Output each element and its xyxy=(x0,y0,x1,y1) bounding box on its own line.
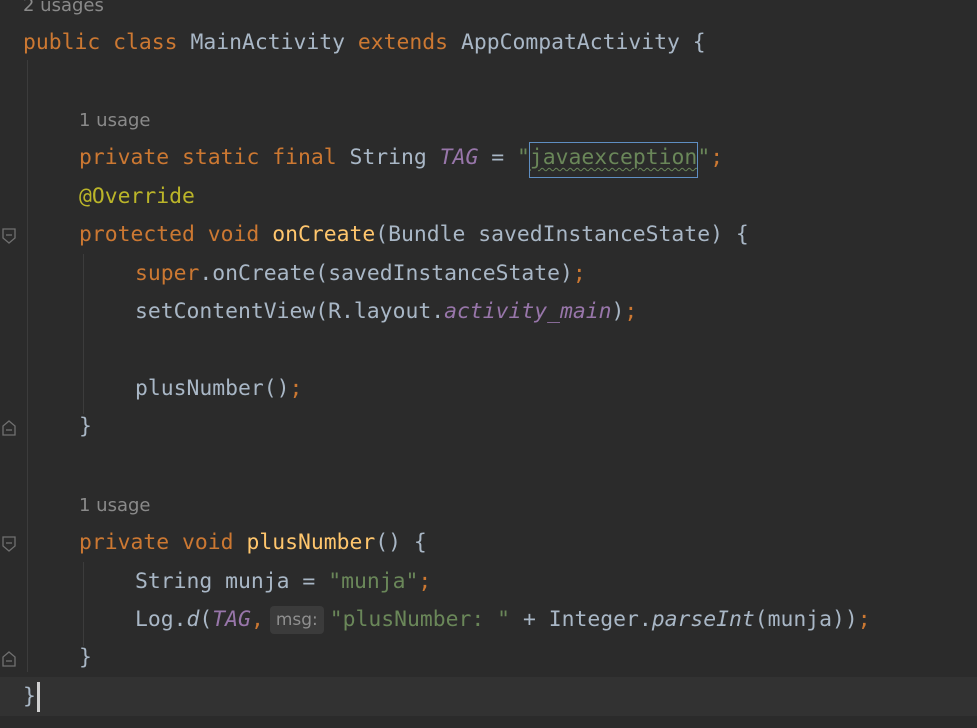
fold-open-icon[interactable] xyxy=(1,535,17,553)
log-prefix: Log. xyxy=(135,607,187,632)
semicolon: ; xyxy=(710,145,724,170)
layout-field: activity_main xyxy=(444,299,612,324)
code-line-class-close-brace[interactable]: } xyxy=(23,682,40,712)
method-params: (Bundle savedInstanceState) { xyxy=(375,222,749,247)
semicolon: ; xyxy=(572,261,586,286)
string-value-highlighted[interactable]: javaexception xyxy=(528,142,699,178)
parent-class: AppCompatActivity xyxy=(460,30,680,55)
code-line-tag-declaration[interactable]: private static final String TAG = "javae… xyxy=(79,142,724,178)
keyword-void: void xyxy=(182,530,234,555)
semicolon: ; xyxy=(418,569,432,594)
code-line-munja-declaration[interactable]: String munja = "munja"; xyxy=(135,567,431,597)
semicolon: ; xyxy=(857,607,871,632)
constant-tag: TAG xyxy=(212,607,251,632)
comma: , xyxy=(250,607,264,632)
keyword-extends: extends xyxy=(357,30,449,55)
keyword-void: void xyxy=(207,222,260,247)
paren-close: ) xyxy=(611,299,625,324)
code-line-oncreate-declaration[interactable]: protected void onCreate(Bundle savedInst… xyxy=(79,220,749,250)
type-string: String xyxy=(349,145,427,170)
brace: } xyxy=(23,684,36,709)
parse-int-method: parseInt xyxy=(651,607,755,632)
fold-close-icon[interactable] xyxy=(1,419,17,437)
log-method: d xyxy=(186,607,200,632)
parameter-hint-msg: msg: xyxy=(269,606,324,634)
keyword-protected: protected xyxy=(79,222,195,247)
brace: { xyxy=(692,30,706,55)
method-name-oncreate: onCreate xyxy=(272,222,376,247)
keyword-private: private xyxy=(79,145,170,170)
indent-guide xyxy=(83,254,84,414)
quote-close: " xyxy=(697,145,711,170)
usage-hint-plus-number[interactable]: 1 usage xyxy=(79,494,151,518)
brace: } xyxy=(79,645,92,670)
indent-guide xyxy=(83,562,84,646)
keyword-static: static xyxy=(182,145,260,170)
usage-hint-class[interactable]: 2 usages xyxy=(23,0,104,18)
code-line-class-declaration[interactable]: public class MainActivity extends AppCom… xyxy=(23,28,706,58)
fold-close-icon[interactable] xyxy=(1,650,17,668)
semicolon: ; xyxy=(289,376,303,401)
code-line-plus-number-call[interactable]: plusNumber(); xyxy=(135,374,302,404)
super-call-rest: .onCreate(savedInstanceState) xyxy=(199,261,573,286)
class-name: MainActivity xyxy=(190,30,346,55)
equals: = xyxy=(491,145,505,170)
brace: } xyxy=(79,414,92,439)
code-line-set-content-view[interactable]: setContentView(R.layout.activity_main); xyxy=(135,297,637,327)
indent-guide xyxy=(27,60,28,672)
munja-lhs: String munja = xyxy=(135,569,329,594)
log-concat: + Integer. xyxy=(510,607,652,632)
method-params: () { xyxy=(375,530,427,555)
fold-open-icon[interactable] xyxy=(1,227,17,245)
semicolon: ; xyxy=(624,299,638,324)
log-tail: (munja)) xyxy=(754,607,858,632)
usage-hint-tag[interactable]: 1 usage xyxy=(79,109,151,133)
constant-tag: TAG xyxy=(439,145,479,170)
keyword-private: private xyxy=(79,530,170,555)
keyword-public: public xyxy=(23,30,101,55)
paren-open: ( xyxy=(199,607,213,632)
log-string: "plusNumber: " xyxy=(329,607,511,632)
set-content-call: setContentView(R.layout. xyxy=(135,299,445,324)
code-editor[interactable]: 2 usages 1 usage 1 usage public class Ma… xyxy=(0,0,977,728)
code-line-override[interactable]: @Override xyxy=(79,182,195,212)
keyword-super: super xyxy=(135,261,200,286)
keyword-final: final xyxy=(272,145,337,170)
annotation-override: @Override xyxy=(79,184,195,209)
code-line-log-call[interactable]: Log.d(TAG, msg: "plusNumber: " + Integer.p… xyxy=(135,605,871,635)
munja-string: "munja" xyxy=(328,569,419,594)
current-line-highlight xyxy=(0,677,977,716)
plus-number-call: plusNumber() xyxy=(135,376,290,401)
method-name-plus-number: plusNumber xyxy=(246,530,376,555)
keyword-class: class xyxy=(113,30,178,55)
code-line-close-brace[interactable]: } xyxy=(79,643,92,673)
code-line-plus-number-declaration[interactable]: private void plusNumber() { xyxy=(79,528,427,558)
quote-open: " xyxy=(517,145,530,170)
code-line-super-call[interactable]: super.onCreate(savedInstanceState); xyxy=(135,259,586,289)
text-caret xyxy=(36,682,40,712)
code-line-close-brace[interactable]: } xyxy=(79,412,92,442)
